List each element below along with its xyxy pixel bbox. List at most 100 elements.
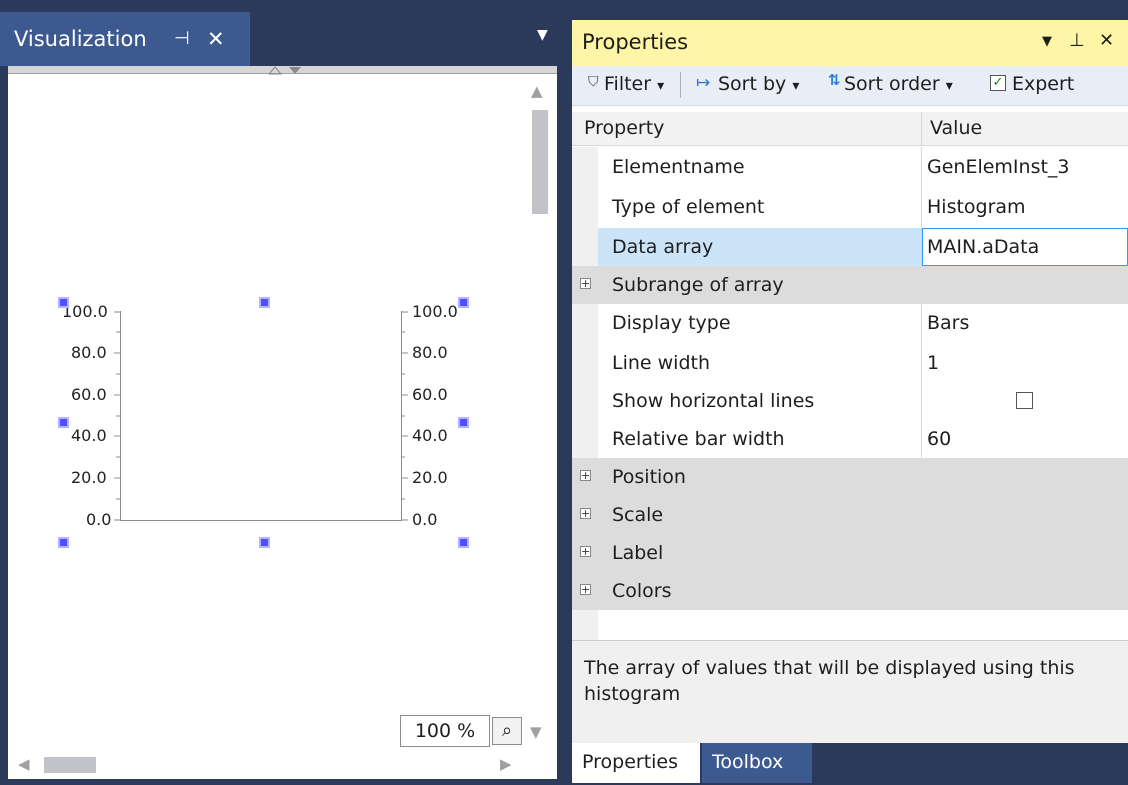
filter-label: Filter xyxy=(604,73,652,95)
horizontal-scroll-thumb[interactable] xyxy=(44,757,96,773)
property-group-name: Colors xyxy=(612,580,672,602)
sort-by-icon: ↦ xyxy=(696,73,711,93)
pin-icon[interactable]: ⊥ xyxy=(1069,30,1085,51)
scroll-left-icon[interactable]: ◀ xyxy=(18,755,30,773)
bottom-tab-strip: Properties Toolbox xyxy=(572,743,1128,785)
show-horizontal-lines-checkbox[interactable] xyxy=(1016,392,1033,409)
right-tick-label: 0.0 xyxy=(412,510,438,529)
resize-handle[interactable] xyxy=(259,297,270,308)
ruler-marker-icon xyxy=(267,66,301,75)
resize-handle[interactable] xyxy=(58,417,69,428)
expert-checkbox[interactable]: ✓ xyxy=(990,75,1006,91)
property-name: Data array xyxy=(612,236,714,258)
property-name: Line width xyxy=(612,352,711,374)
resize-handle[interactable] xyxy=(58,297,69,308)
resize-handle[interactable] xyxy=(259,537,270,548)
right-tick-label: 100.0 xyxy=(412,302,458,321)
filter-button[interactable]: Filter ▾ xyxy=(604,73,664,95)
sort-order-label: Sort order xyxy=(844,73,940,95)
property-group-name: Subrange of array xyxy=(612,274,784,296)
property-name: Display type xyxy=(612,312,731,334)
expand-icon[interactable]: + xyxy=(580,278,591,289)
left-tick-label: 0.0 xyxy=(86,510,112,529)
resize-handle[interactable] xyxy=(458,297,469,308)
left-tick-label: 20.0 xyxy=(71,468,107,487)
left-tick-label: 60.0 xyxy=(71,385,107,404)
resize-handle[interactable] xyxy=(458,417,469,428)
property-group-row[interactable]: + Colors xyxy=(572,572,1128,610)
resize-handle[interactable] xyxy=(58,537,69,548)
property-group-row[interactable]: + Label xyxy=(572,534,1128,572)
expand-icon[interactable]: + xyxy=(580,546,591,557)
property-value[interactable]: Histogram xyxy=(927,188,1026,226)
property-name: Show horizontal lines xyxy=(612,390,815,412)
property-value[interactable]: GenElemInst_3 xyxy=(927,148,1070,186)
properties-header: Properties ▼ ⊥ ✕ xyxy=(572,20,1128,66)
dropdown-icon: ▾ xyxy=(792,78,800,94)
tab-properties[interactable]: Properties xyxy=(572,743,700,783)
left-tick-label: 40.0 xyxy=(71,426,107,445)
property-group-row[interactable]: + Subrange of array xyxy=(572,266,1128,304)
visualization-tab-title: Visualization xyxy=(14,27,147,51)
properties-toolbar: ⛉ Filter ▾ ↦ Sort by ▾ ⇅ Sort order ▾ ✓ … xyxy=(572,66,1128,106)
column-divider xyxy=(921,112,922,146)
property-group-name: Label xyxy=(612,542,664,564)
right-tick-label: 20.0 xyxy=(412,468,448,487)
property-row[interactable]: Elementname GenElemInst_3 xyxy=(572,148,1128,186)
description-text: The array of values that will be display… xyxy=(584,657,1075,705)
window-menu-icon[interactable]: ▼ xyxy=(537,27,548,43)
panel-menu-icon[interactable]: ▼ xyxy=(1042,34,1052,49)
expand-icon[interactable]: + xyxy=(580,470,591,481)
property-name: Relative bar width xyxy=(612,428,785,450)
property-row[interactable]: Show horizontal lines xyxy=(572,382,1128,420)
property-value[interactable]: 1 xyxy=(927,344,939,382)
property-value[interactable]: MAIN.aData xyxy=(927,228,1039,266)
property-group-row[interactable]: + Position xyxy=(572,458,1128,496)
value-column-header: Value xyxy=(930,117,983,139)
property-row[interactable]: Display type Bars xyxy=(572,304,1128,342)
property-name: Type of element xyxy=(612,196,765,218)
property-row[interactable]: Line width 1 xyxy=(572,344,1128,382)
close-icon[interactable]: ✕ xyxy=(1099,30,1114,51)
visualization-tab[interactable]: Visualization ⊣ ✕ xyxy=(0,12,250,66)
property-group-row[interactable]: + Scale xyxy=(572,496,1128,534)
property-group-name: Position xyxy=(612,466,686,488)
sort-by-label: Sort by xyxy=(718,73,787,95)
expert-label: Expert xyxy=(1012,73,1075,95)
right-tick-label: 40.0 xyxy=(412,426,448,445)
filter-icon: ⛉ xyxy=(588,74,599,90)
toolbar-separator xyxy=(680,72,681,98)
dropdown-icon: ▾ xyxy=(657,78,665,94)
properties-title: Properties xyxy=(582,30,689,54)
right-tick-label: 80.0 xyxy=(412,343,448,362)
tab-label: Properties xyxy=(582,751,679,773)
grid-header-row: Property Value xyxy=(572,112,1128,146)
property-group-name: Scale xyxy=(612,504,664,526)
property-value[interactable]: 60 xyxy=(927,420,951,458)
left-tick-label: 80.0 xyxy=(71,343,107,362)
resize-handle[interactable] xyxy=(458,537,469,548)
property-row-selected[interactable]: Data array MAIN.aData xyxy=(572,228,1128,266)
property-name: Elementname xyxy=(612,156,745,178)
right-tick-label: 60.0 xyxy=(412,385,448,404)
pin-icon[interactable]: ⊣ xyxy=(174,12,190,66)
vertical-scroll-thumb[interactable] xyxy=(532,110,548,214)
expand-icon[interactable]: + xyxy=(580,584,591,595)
expand-icon[interactable]: + xyxy=(580,508,591,519)
sort-order-button[interactable]: Sort order ▾ xyxy=(844,73,953,95)
scroll-up-icon[interactable]: ▲ xyxy=(531,82,543,100)
close-icon[interactable]: ✕ xyxy=(207,12,225,66)
sort-by-button[interactable]: Sort by ▾ xyxy=(718,73,799,95)
description-panel: The array of values that will be display… xyxy=(572,640,1128,743)
scroll-down-icon[interactable]: ▼ xyxy=(530,723,542,741)
dropdown-icon: ▾ xyxy=(945,78,953,94)
zoom-level-field[interactable]: 100 % xyxy=(400,715,490,747)
property-row[interactable]: Type of element Histogram xyxy=(572,188,1128,226)
tab-toolbox[interactable]: Toolbox xyxy=(702,743,812,783)
sort-order-icon: ⇅ xyxy=(828,71,841,89)
zoom-icon[interactable]: ⌕ xyxy=(492,717,522,745)
scroll-right-icon[interactable]: ▶ xyxy=(500,755,512,773)
property-row[interactable]: Relative bar width 60 xyxy=(572,420,1128,458)
axis-ticks xyxy=(114,311,408,521)
property-value[interactable]: Bars xyxy=(927,304,969,342)
